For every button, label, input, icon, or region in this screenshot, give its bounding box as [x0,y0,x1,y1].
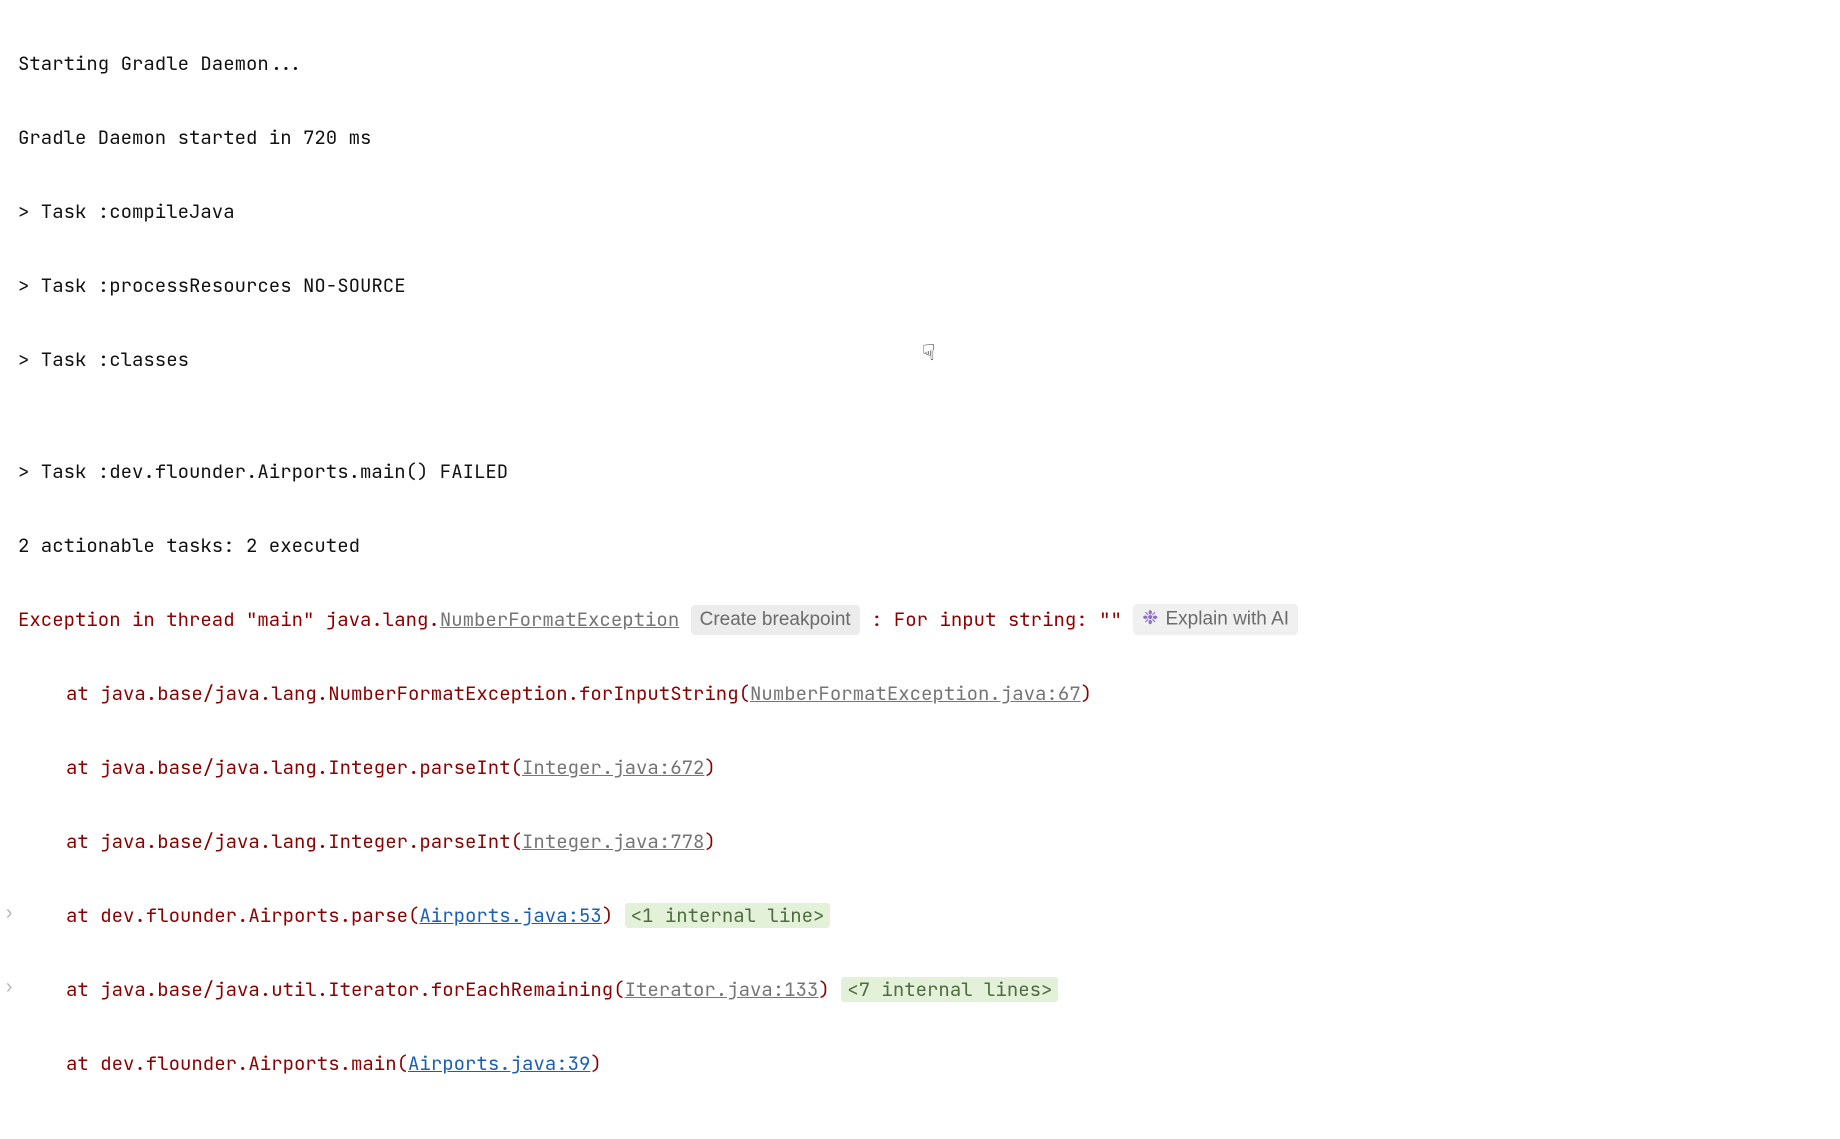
source-link[interactable]: Iterator.java:133 [625,977,819,1002]
exception-message: : For input string: "" [860,607,1134,632]
stack-frame: ›at java.base/java.util.Iterator.forEach… [18,971,1822,1008]
folded-frames-toggle[interactable]: <7 internal lines> [841,977,1058,1002]
stack-text: at java.base/java.util.Iterator.forEachR… [66,977,625,1002]
explain-with-ai-label: Explain with AI [1165,609,1289,630]
console-output: Starting Gradle Daemon... Gradle Daemon … [0,0,1840,1139]
stack-text: ) [590,1051,601,1076]
log-line: Starting Gradle Daemon... [18,45,1822,82]
exception-prefix: Exception in thread "main" java.lang. [18,607,440,632]
source-link[interactable]: Integer.java:672 [522,755,704,780]
folded-frames-toggle[interactable]: <1 internal line> [625,903,831,928]
stack-text: ) [1081,681,1092,706]
stack-text: at java.base/java.lang.Integer.parseInt( [66,755,522,780]
stack-text: at java.base/java.lang.Integer.parseInt( [66,829,522,854]
log-line: > Task :compileJava [18,193,1822,230]
fold-toggle-icon[interactable]: › [4,897,14,930]
stack-frame: at java.base/java.lang.Integer.parseInt(… [18,749,1822,786]
fold-toggle-icon[interactable]: › [4,971,14,1004]
log-line: > Task :processResources NO-SOURCE [18,267,1822,304]
stack-frame: ›at dev.flounder.Airports.parse(Airports… [18,897,1822,934]
source-link[interactable]: Integer.java:778 [522,829,704,854]
stack-text: ) [818,977,829,1002]
stack-frame: at dev.flounder.Airports.main(Airports.j… [18,1045,1822,1082]
stack-text: ) [704,829,715,854]
log-line: > Task :dev.flounder.Airports.main() FAI… [18,453,1822,490]
source-link[interactable]: Airports.java:39 [408,1051,590,1076]
stack-text: ) [602,903,613,928]
stack-frame: at java.base/java.lang.NumberFormatExcep… [18,675,1822,712]
stack-text: at dev.flounder.Airports.parse( [66,903,419,928]
explain-with-ai-button[interactable]: ❉ Explain with AI [1133,604,1298,635]
stack-text: ) [704,755,715,780]
log-line: Gradle Daemon started in 720 ms [18,119,1822,156]
exception-class-link[interactable]: NumberFormatException [440,607,679,632]
stack-frame: at java.base/java.lang.Integer.parseInt(… [18,823,1822,860]
exception-line: Exception in thread "main" java.lang.Num… [18,601,1822,638]
source-link[interactable]: Airports.java:53 [419,903,601,928]
stack-text: at java.base/java.lang.NumberFormatExcep… [66,681,750,706]
stack-text: at dev.flounder.Airports.main( [66,1051,408,1076]
ai-icon: ❉ [1142,608,1158,629]
log-line: 2 actionable tasks: 2 executed [18,527,1822,564]
create-breakpoint-button[interactable]: Create breakpoint [691,605,860,636]
source-link[interactable]: NumberFormatException.java:67 [750,681,1081,706]
log-line: > Task :classes [18,341,1822,378]
